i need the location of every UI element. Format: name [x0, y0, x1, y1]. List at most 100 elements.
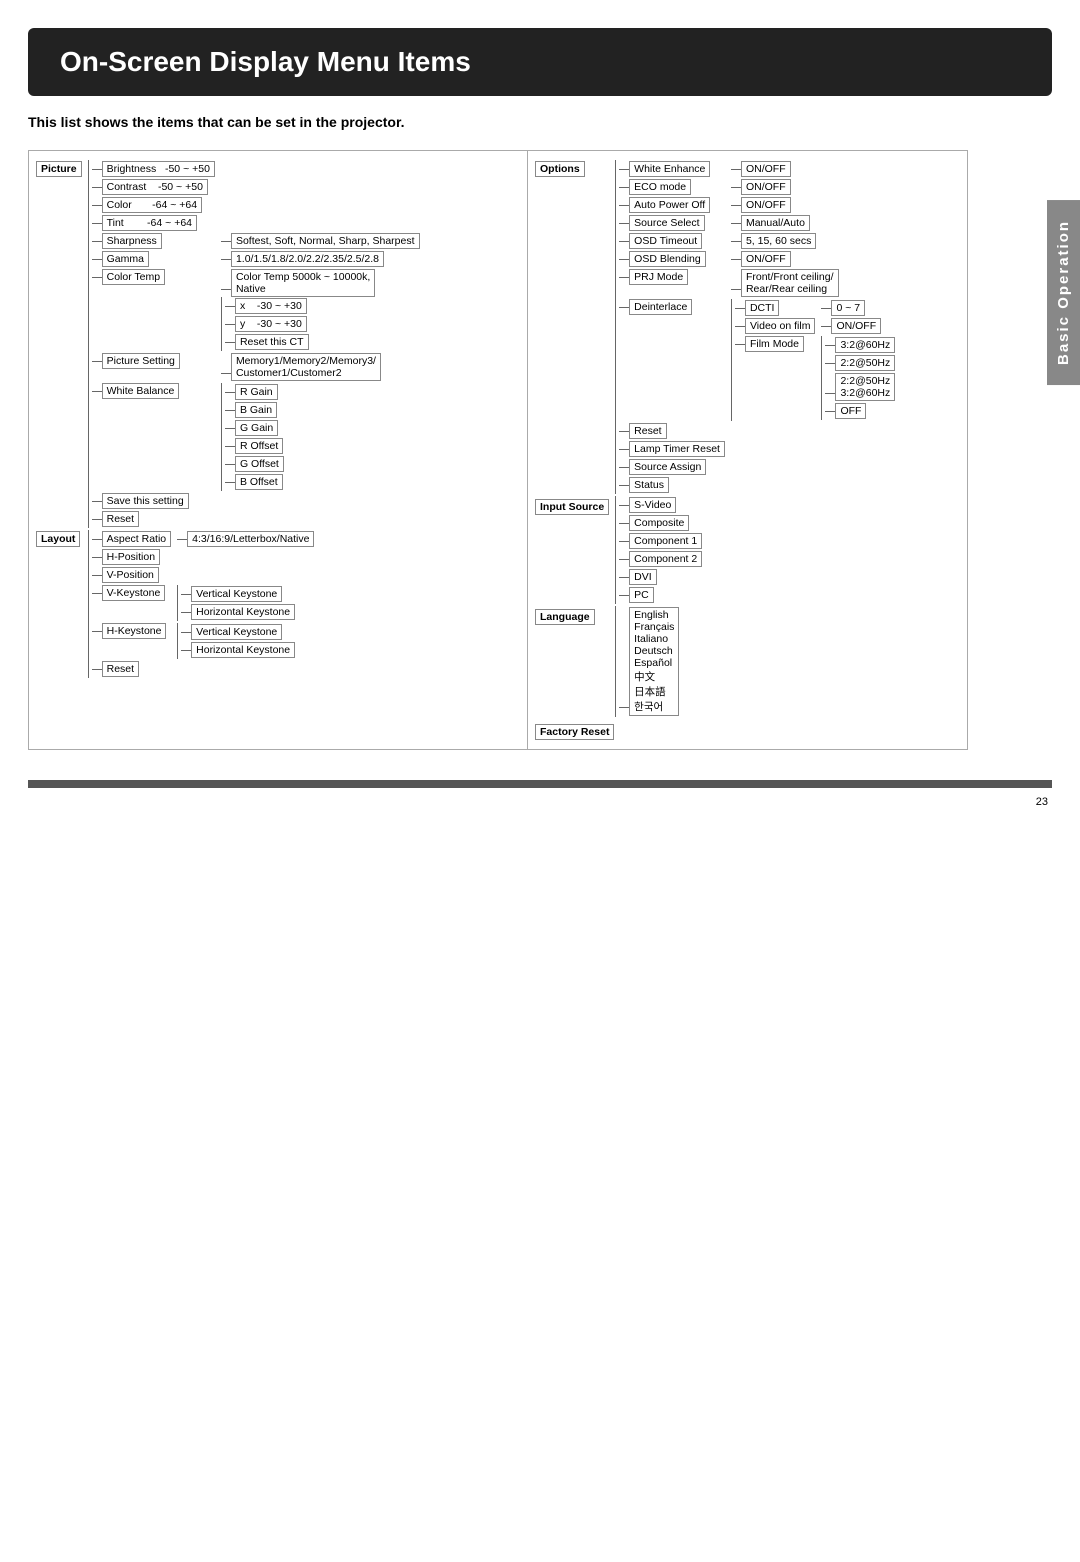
sharpness-row: Sharpness Softest, Soft, Normal, Sharp, …	[88, 232, 423, 250]
source-select-row: Source Select Manual/Auto	[616, 214, 906, 232]
reset-ct-row: Reset this CT	[221, 333, 311, 351]
reset-ct-label: Reset this CT	[235, 334, 309, 350]
component2-label: Component 2	[629, 551, 702, 567]
y-label: y -30 ~ +30	[235, 316, 307, 332]
source-assign-row: Source Assign	[616, 458, 906, 476]
auto-power-off-row: Auto Power Off ON/OFF	[616, 196, 906, 214]
vkeystone-sub: Vertical Keystone Horizontal Keystone	[177, 585, 298, 621]
film-3260-value: 3:2@60Hz	[835, 337, 895, 353]
film-2250-value: 2:2@50Hz	[835, 355, 895, 371]
lamp-timer-label: Lamp Timer Reset	[629, 441, 725, 457]
gamma-label: Gamma	[102, 251, 149, 267]
vkeystone-row: V-Keystone Vertical Keystone Horizontal …	[88, 584, 318, 622]
sidebar-tab: Basic Operation	[1047, 200, 1080, 385]
osd-timeout-label: OSD Timeout	[629, 233, 702, 249]
roffset-label: R Offset	[235, 438, 283, 454]
picturesetting-label: Picture Setting	[102, 353, 180, 369]
film-combo-row: 2:2@50Hz3:2@60Hz	[822, 372, 898, 402]
vposition-label: V-Position	[102, 567, 159, 583]
film-2250-row: 2:2@50Hz	[822, 354, 898, 372]
options-reset-label: Reset	[629, 423, 666, 439]
film-mode-sub: 3:2@60Hz 2:2@50Hz 2:2@50Hz3:2@60Hz OFF	[821, 336, 898, 420]
rgain-label: R Gain	[235, 384, 278, 400]
film-3260-row: 3:2@60Hz	[822, 336, 898, 354]
hkeystone-sub: Vertical Keystone Horizontal Keystone	[177, 623, 298, 659]
sidebar-label: Basic Operation	[1055, 220, 1072, 365]
gamma-row: Gamma 1.0/1.5/1.8/2.0/2.2/2.35/2.5/2.8	[88, 250, 423, 268]
layout-reset-label: Reset	[102, 661, 139, 677]
left-menu-table: Picture Brightness -50 ~ +50	[33, 159, 427, 679]
osd-blending-label: OSD Blending	[629, 251, 706, 267]
tint-label: Tint -64 ~ +64	[102, 215, 197, 231]
auto-power-off-label: Auto Power Off	[629, 197, 710, 213]
composite-row: Composite	[616, 514, 706, 532]
white-enhance-value: ON/OFF	[741, 161, 791, 177]
dvi-label: DVI	[629, 569, 657, 585]
options-items: White Enhance ON/OFF ECO mode ON/OFF Aut…	[615, 160, 906, 494]
hks-horiz-row: Horizontal Keystone	[178, 641, 298, 659]
ggain-row: G Gain	[221, 419, 286, 437]
white-enhance-label: White Enhance	[629, 161, 710, 177]
svideo-row: S-Video	[616, 496, 706, 514]
film-mode-row: Film Mode 3:2@60Hz 2:2@50Hz 2:2@50Hz3:2@…	[731, 335, 901, 421]
lamp-timer-row: Lamp Timer Reset	[616, 440, 906, 458]
picture-reset-row: Reset	[88, 510, 423, 528]
language-label: Language	[535, 609, 595, 625]
colortemp-label: Color Temp	[102, 269, 166, 285]
osd-timeout-value: 5, 15, 60 secs	[741, 233, 816, 249]
goffset-label: G Offset	[235, 456, 284, 472]
osd-timeout-row: OSD Timeout 5, 15, 60 secs	[616, 232, 906, 250]
ggain-label: G Gain	[235, 420, 278, 436]
picture-items: Brightness -50 ~ +50 Contrast -50 ~ +50 …	[88, 160, 424, 528]
vks-horiz-label: Horizontal Keystone	[191, 604, 295, 620]
page-footer: 23	[0, 788, 1080, 808]
hks-horiz-label: Horizontal Keystone	[191, 642, 295, 658]
video-on-film-label: Video on film	[745, 318, 816, 334]
contrast-label: Contrast -50 ~ +50	[102, 179, 208, 195]
source-assign-label: Source Assign	[629, 459, 706, 475]
inputsource-items: S-Video Composite Component 1 Component …	[615, 496, 705, 604]
sharpness-value: Softest, Soft, Normal, Sharp, Sharpest	[231, 233, 420, 249]
eco-mode-value: ON/OFF	[741, 179, 791, 195]
auto-power-off-value: ON/OFF	[741, 197, 791, 213]
video-on-film-row: Video on film ON/OFF	[731, 317, 901, 335]
color-row: Color -64 ~ +64	[88, 196, 423, 214]
sharpness-label: Sharpness	[102, 233, 162, 249]
pc-label: PC	[629, 587, 654, 603]
aspectratio-row: Aspect Ratio 4:3/16:9/Letterbox/Native	[88, 530, 318, 548]
options-label: Options	[535, 161, 585, 177]
subtitle-text: This list shows the items that can be se…	[28, 114, 1052, 130]
source-select-value: Manual/Auto	[741, 215, 810, 231]
component1-row: Component 1	[616, 532, 706, 550]
picture-section: Picture Brightness -50 ~ +50	[33, 159, 427, 529]
white-enhance-row: White Enhance ON/OFF	[616, 160, 906, 178]
pc-row: PC	[616, 586, 706, 604]
title-banner: On-Screen Display Menu Items	[28, 28, 1052, 96]
status-row: Status	[616, 476, 906, 494]
language-section: Language EnglishFrançaisItalianoDeutschE…	[532, 605, 909, 718]
osd-blending-value: ON/OFF	[741, 251, 791, 267]
savesetting-row: Save this setting	[88, 492, 423, 510]
rgain-row: R Gain	[221, 383, 286, 401]
bgain-label: B Gain	[235, 402, 277, 418]
goffset-row: G Offset	[221, 455, 286, 473]
vks-vert-row: Vertical Keystone	[178, 585, 298, 603]
footer-bar	[28, 780, 1052, 788]
composite-label: Composite	[629, 515, 689, 531]
picture-reset-label: Reset	[102, 511, 139, 527]
hks-vert-row: Vertical Keystone	[178, 623, 298, 641]
film-off-row: OFF	[822, 402, 898, 420]
page-title: On-Screen Display Menu Items	[60, 46, 1020, 78]
eco-mode-row: ECO mode ON/OFF	[616, 178, 906, 196]
brightness-row: Brightness -50 ~ +50	[88, 160, 423, 178]
layout-label: Layout	[36, 531, 80, 547]
savesetting-label: Save this setting	[102, 493, 189, 509]
layout-section: Layout Aspect Ratio 4:3/16:9/Letterbox/N…	[33, 529, 427, 679]
x-row: x -30 ~ +30	[221, 297, 311, 315]
film-combo-value: 2:2@50Hz3:2@60Hz	[835, 373, 895, 401]
right-menu-table: Options White Enhance ON/OFF ECO mode	[532, 159, 909, 741]
factory-reset-section: Factory Reset	[532, 718, 909, 741]
contrast-row: Contrast -50 ~ +50	[88, 178, 423, 196]
aspectratio-value: 4:3/16:9/Letterbox/Native	[187, 531, 314, 547]
boffset-row: B Offset	[221, 473, 286, 491]
